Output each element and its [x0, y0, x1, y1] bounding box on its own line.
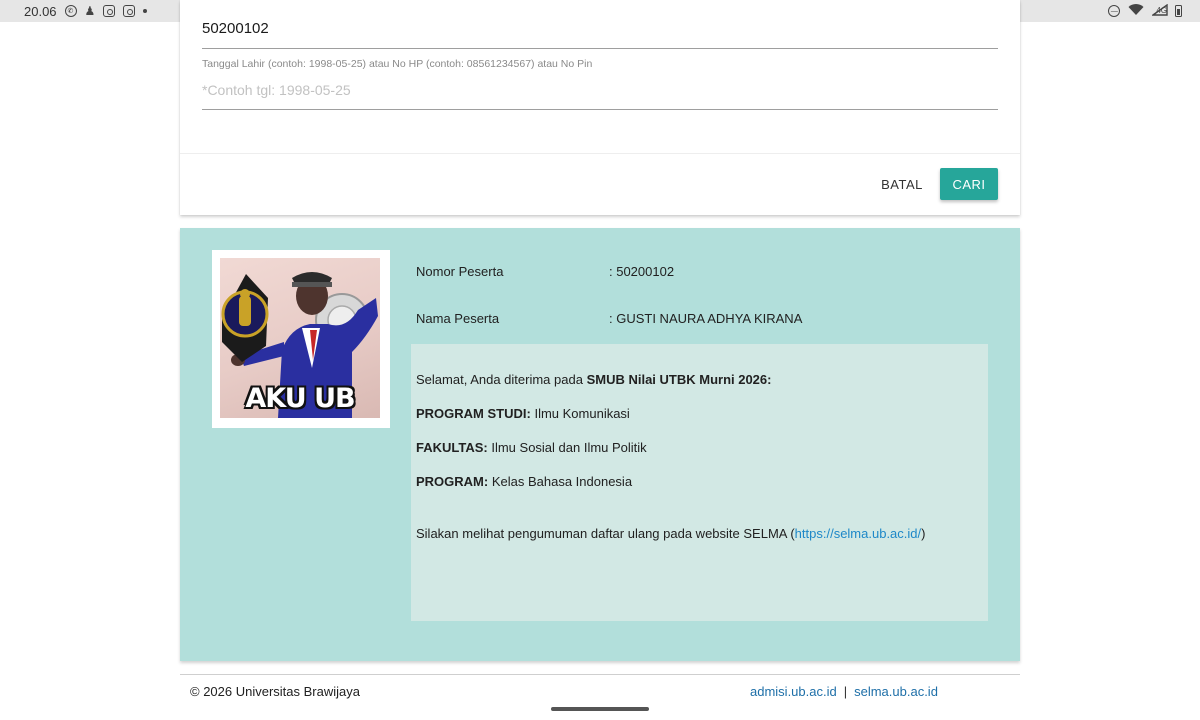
- status-bar-right: — 4G: [1108, 3, 1182, 18]
- instagram-icon: [103, 5, 116, 17]
- selma-link[interactable]: https://selma.ub.ac.id/: [795, 526, 921, 541]
- selma-footer-link[interactable]: selma.ub.ac.id: [854, 684, 938, 699]
- search-form-card: 50200102 Tanggal Lahir (contoh: 1998-05-…: [180, 0, 1020, 215]
- fakultas-label: FAKULTAS:: [416, 440, 488, 455]
- gesture-navigation-handle[interactable]: [551, 707, 649, 711]
- program-value: Kelas Bahasa Indonesia: [488, 474, 633, 489]
- battery-icon: [1175, 5, 1182, 17]
- nomor-peserta-label: Nomor Peserta: [416, 264, 504, 279]
- announcement-intro: Selamat, Anda diterima pada SMUB Nilai U…: [416, 372, 988, 387]
- batal-button[interactable]: BATAL: [870, 168, 934, 200]
- snapchat-icon: ♟: [84, 4, 96, 18]
- selma-close-paren: ): [921, 526, 926, 541]
- admisi-link[interactable]: admisi.ub.ac.id: [750, 684, 837, 699]
- tanggal-lahir-input[interactable]: [202, 78, 998, 102]
- announcement-intro-text: Selamat, Anda diterima pada: [416, 372, 587, 387]
- footer-copyright: © 2026 Universitas Brawijaya: [190, 684, 360, 699]
- whatsapp-icon: ✆: [64, 5, 77, 17]
- footer-links: admisi.ub.ac.id | selma.ub.ac.id: [750, 684, 938, 699]
- nama-peserta-value: : GUSTI NAURA ADHYA KIRANA: [609, 311, 803, 326]
- nama-peserta-label: Nama Peserta: [416, 311, 500, 326]
- program-studi-value: Ilmu Komunikasi: [530, 406, 630, 421]
- announcement-panel: Selamat, Anda diterima pada SMUB Nilai U…: [411, 344, 988, 621]
- program-studi-line: PROGRAM STUDI: Ilmu Komunikasi: [416, 406, 988, 421]
- result-card: AKU UB Nomor Peserta : 50200102 Nama Pes…: [180, 228, 1020, 661]
- tanggal-lahir-label: Tanggal Lahir (contoh: 1998-05-25) atau …: [202, 58, 593, 70]
- program-label: PROGRAM:: [416, 474, 489, 489]
- card-actions-divider: [180, 153, 1020, 154]
- instagram-icon: [123, 5, 136, 17]
- signal-type-label: 4G: [1156, 6, 1167, 15]
- nomor-peserta-field[interactable]: 50200102: [202, 20, 269, 37]
- program-line: PROGRAM: Kelas Bahasa Indonesia: [416, 474, 988, 489]
- program-studi-label: PROGRAM STUDI:: [416, 406, 531, 421]
- selma-text: Silakan melihat pengumuman daftar ulang …: [416, 526, 795, 541]
- tanggal-field-underline: [202, 109, 998, 110]
- status-bar-left: 20.06 ✆ ♟: [24, 3, 148, 19]
- photo-caption: AKU UB: [245, 383, 355, 414]
- status-time: 20.06: [24, 3, 57, 19]
- nomor-peserta-value: : 50200102: [609, 264, 675, 279]
- nomor-field-underline: [202, 48, 998, 49]
- footer-divider: [180, 674, 1020, 675]
- more-notifications-dot-icon: [143, 9, 148, 13]
- cari-button[interactable]: CARI: [940, 168, 998, 200]
- wifi-icon: [1128, 4, 1144, 18]
- fakultas-value: Ilmu Sosial dan Ilmu Politik: [487, 440, 647, 455]
- fakultas-line: FAKULTAS: Ilmu Sosial dan Ilmu Politik: [416, 440, 988, 455]
- footer-link-separator: |: [843, 684, 848, 699]
- selection-program-name: SMUB Nilai UTBK Murni 2026:: [586, 372, 772, 387]
- participant-photo: AKU UB: [220, 258, 380, 418]
- selma-line: Silakan melihat pengumuman daftar ulang …: [416, 526, 988, 541]
- participant-photo-frame: AKU UB: [212, 250, 390, 428]
- do-not-disturb-icon: —: [1108, 5, 1121, 17]
